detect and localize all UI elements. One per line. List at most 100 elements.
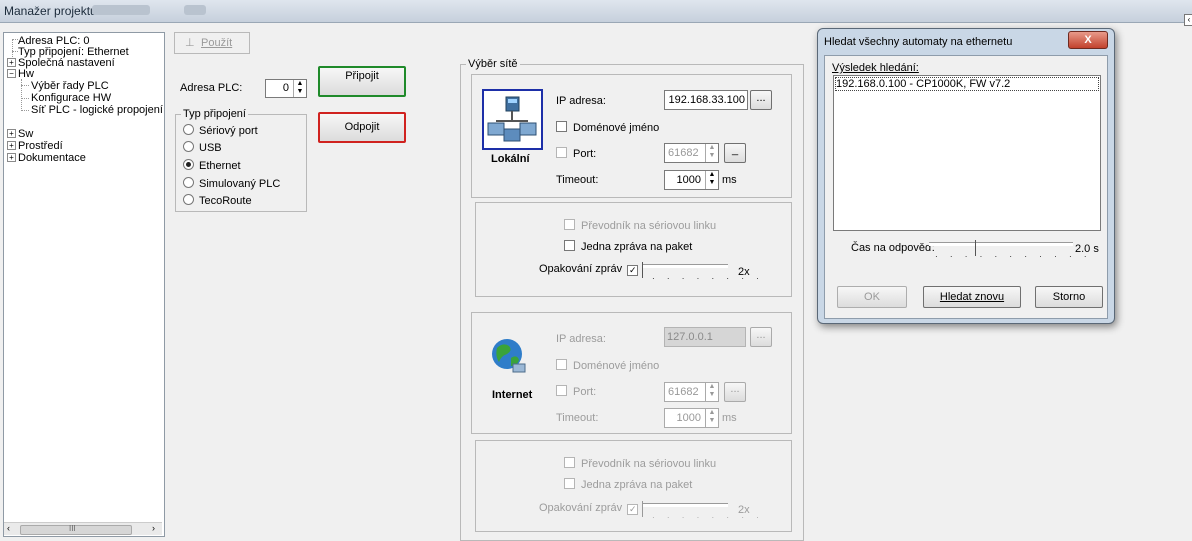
connection-type-group: Typ připojení Sériový port USB Ethernet … [175,108,307,212]
slider-ticks: · · · · · · · · · · · [935,252,1092,261]
apply-button[interactable]: ⊥ Použít [174,32,250,54]
spin-arrows-icon[interactable]: ▲ ▼ [293,80,306,97]
checkbox-checked-icon: ✓ [627,504,639,515]
response-time-slider[interactable] [929,242,1073,246]
internet-port-input[interactable]: 61682 ▲ ▼ [664,382,719,402]
collapse-icon[interactable]: − [7,69,16,78]
checkbox-icon [556,359,567,370]
spin-arrows-icon[interactable]: ▲ ▼ [705,383,718,401]
checkbox-checked-icon: ✓ [627,265,639,276]
dialog-body: Výsledek hledání: 192.168.0.100 - CP1000… [824,55,1108,319]
internet-repeat-checkbox[interactable]: Opakování zpráv ✓ [539,502,644,515]
internet-domain-checkbox[interactable]: Doménové jméno [556,359,659,372]
local-title: Lokální [491,153,530,165]
internet-globe-icon[interactable] [489,336,529,376]
local-ip-browse-button[interactable]: ... [750,90,772,110]
expand-icon[interactable]: + [7,129,16,138]
radio-icon [183,177,194,188]
radio-simulated-plc[interactable]: Simulovaný PLC [183,177,280,190]
slider-thumb[interactable] [642,501,643,517]
tree-item-plc-network[interactable]: Síť PLC - logické propojení [31,104,163,116]
local-ip-label: IP adresa: [556,95,606,107]
local-serial-converter-checkbox[interactable]: Převodník na sériovou linku [564,219,716,232]
slider-thumb[interactable] [642,262,643,278]
internet-port-checkbox[interactable]: Port: [556,385,596,398]
connect-button[interactable]: Připojit [318,66,406,97]
radio-tecoroute[interactable]: TecoRoute [183,194,252,207]
tree-item-hw-config[interactable]: Konfigurace HW [31,92,111,104]
radio-icon [183,124,194,135]
tree-item-sw[interactable]: + Sw [7,128,33,140]
expand-icon[interactable]: + [7,141,16,150]
expand-icon[interactable]: + [7,58,16,67]
radio-selected-icon [183,159,194,170]
window-title: Manažer projektu [4,4,97,18]
titlebar-blur [92,5,150,15]
internet-single-message-checkbox[interactable]: Jedna zpráva na paket [564,478,692,491]
spin-arrows-icon[interactable]: ▲ ▼ [705,409,718,427]
result-label: Výsledek hledání: [832,62,919,74]
side-panel-toggle-icon[interactable]: ‹ [1184,14,1192,26]
local-port-checkbox[interactable]: Port: [556,147,596,160]
local-timeout-unit: ms [722,174,737,186]
internet-ip-label: IP adresa: [556,333,606,345]
checkbox-icon [564,219,575,230]
result-list[interactable]: 192.168.0.100 - CP1000K, FW v7.2 [833,75,1101,231]
checkbox-icon [564,457,575,468]
local-repeat-slider[interactable] [642,264,728,268]
spin-arrows-icon[interactable]: ▲ ▼ [705,171,718,189]
disconnect-button[interactable]: Odpojit [318,112,406,143]
radio-serial-port[interactable]: Sériový port [183,124,258,137]
scrollbar-thumb[interactable]: III [20,524,132,535]
window-titlebar: Manažer projektu [0,0,1192,23]
radio-icon [183,194,194,205]
local-repeat-checkbox[interactable]: Opakování zpráv ✓ [539,263,644,276]
result-item[interactable]: 192.168.0.100 - CP1000K, FW v7.2 [835,77,1099,91]
ok-button[interactable]: OK [837,286,907,308]
dialog-close-icon[interactable]: X [1068,31,1108,49]
internet-timeout-label: Timeout: [556,412,599,424]
response-time-value: 2.0 s [1075,243,1099,255]
radio-usb[interactable]: USB [183,141,222,154]
local-port-button[interactable]: _ [724,143,746,163]
response-time-label: Čas na odpověď: [851,242,935,254]
local-repeat-value: 2x [738,266,750,278]
checkbox-icon [556,121,567,132]
dialog-title: Hledat všechny automaty na ethernetu [824,36,1013,48]
tree-item-documentation[interactable]: + Dokumentace [7,152,86,164]
internet-port-button[interactable]: ... [724,382,746,402]
plc-address-label: Adresa PLC: [180,82,243,94]
checkbox-icon [564,478,575,489]
scroll-left-icon[interactable]: ‹ [7,523,10,533]
local-domain-checkbox[interactable]: Doménové jméno [556,121,659,134]
checkbox-icon [556,147,567,158]
internet-title: Internet [492,389,533,401]
plc-address-input[interactable]: 0 ▲ ▼ [265,79,307,98]
tree-horizontal-scrollbar[interactable]: ‹ III › [4,522,162,535]
internet-serial-converter-checkbox[interactable]: Převodník na sériovou linku [564,457,716,470]
local-port-input[interactable]: 61682 ▲ ▼ [664,143,719,163]
local-timeout-input[interactable]: 1000 ▲ ▼ [664,170,719,190]
scroll-right-icon[interactable]: › [152,523,155,533]
apply-icon: ⊥ [185,37,195,49]
local-single-message-checkbox[interactable]: Jedna zpráva na paket [564,240,692,253]
internet-ip-browse-button[interactable]: ... [750,327,772,347]
internet-repeat-slider[interactable] [642,503,728,507]
tree-item-environment[interactable]: + Prostředí [7,140,63,152]
internet-repeat-value: 2x [738,504,750,516]
search-again-button[interactable]: Hledat znovu [923,286,1021,308]
expand-icon[interactable]: + [7,153,16,162]
spin-arrows-icon[interactable]: ▲ ▼ [705,144,718,162]
local-network-icon[interactable] [482,89,543,150]
radio-icon [183,141,194,152]
radio-ethernet[interactable]: Ethernet [183,159,241,172]
internet-timeout-input[interactable]: 1000 ▲ ▼ [664,408,719,428]
internet-timeout-unit: ms [722,412,737,424]
local-timeout-label: Timeout: [556,174,599,186]
local-ip-input[interactable]: 192.168.33.100 [664,90,748,110]
checkbox-icon [564,240,575,251]
project-tree: Adresa PLC: 0 Typ připojení: Ethernet + S… [3,32,165,537]
internet-ip-input[interactable]: 127.0.0.1 [664,327,746,347]
cancel-button[interactable]: Storno [1035,286,1103,308]
tree-item-plc-series[interactable]: Výběr řady PLC [31,80,109,92]
